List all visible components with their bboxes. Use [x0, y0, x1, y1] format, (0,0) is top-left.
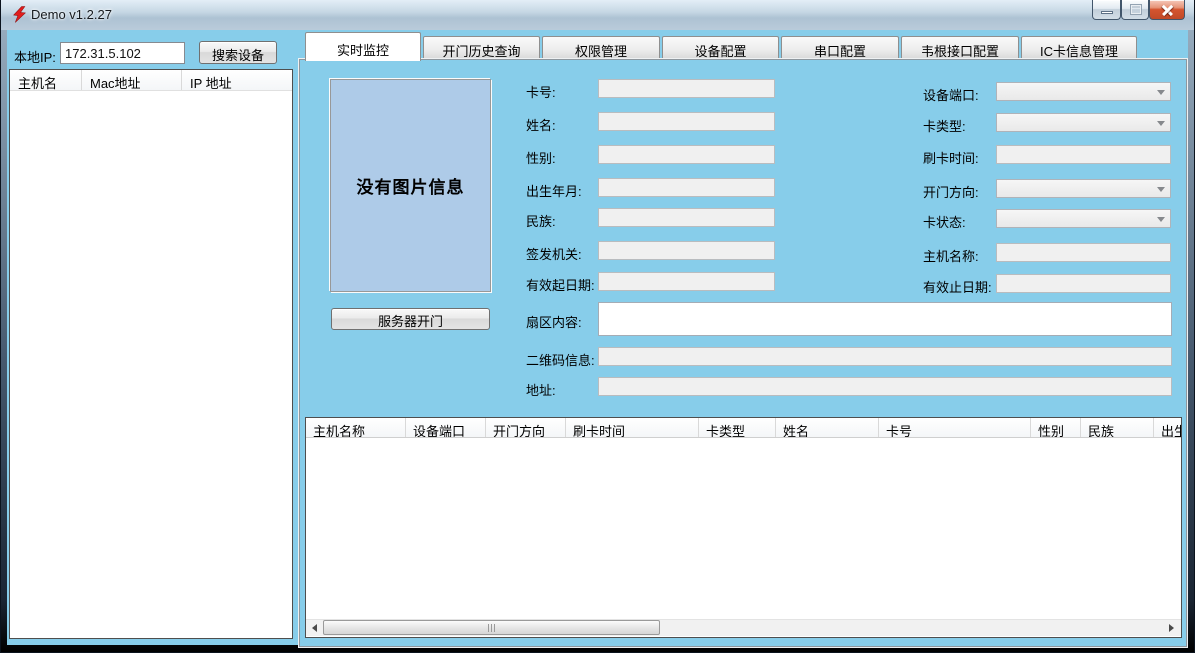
- valid-start-field[interactable]: [598, 272, 775, 291]
- chevron-down-icon: [1157, 217, 1165, 222]
- close-button[interactable]: [1149, 0, 1185, 20]
- tab-wiegand-config[interactable]: 韦根接口配置: [901, 36, 1019, 60]
- qrcode-info-label: 二维码信息:: [526, 350, 595, 369]
- device-list-col-mac[interactable]: Mac地址: [82, 70, 182, 90]
- host-name-field[interactable]: [996, 243, 1171, 262]
- event-table-body: [306, 438, 1181, 618]
- device-list: 主机名 Mac地址 IP 地址: [9, 69, 293, 639]
- card-no-label: 卡号:: [526, 82, 556, 101]
- door-direction-label: 开门方向:: [923, 182, 979, 201]
- event-col-device-port[interactable]: 设备端口: [406, 418, 486, 437]
- valid-end-label: 有效止日期:: [923, 277, 992, 296]
- event-col-host-name[interactable]: 主机名称: [306, 418, 406, 437]
- name-field[interactable]: [598, 112, 775, 131]
- swipe-time-field[interactable]: [996, 145, 1171, 164]
- minimize-button[interactable]: [1092, 0, 1121, 20]
- tab-realtime-monitor[interactable]: 实时监控: [305, 32, 421, 61]
- address-field[interactable]: [598, 377, 1172, 396]
- local-ip-input[interactable]: [60, 42, 185, 64]
- minimize-icon: [1101, 11, 1113, 14]
- tab-ic-card-info[interactable]: IC卡信息管理: [1021, 36, 1137, 60]
- event-col-gender[interactable]: 性别: [1031, 418, 1081, 437]
- app-window: Demo v1.2.27 本地IP: 搜索设备 主机名 Mac地址 IP 地址 …: [0, 0, 1195, 653]
- local-ip-label: 本地IP:: [14, 47, 56, 66]
- tab-open-door-history[interactable]: 开门历史查询: [423, 36, 540, 60]
- event-col-card-type[interactable]: 卡类型: [699, 418, 776, 437]
- device-list-body: [10, 91, 292, 638]
- gender-label: 性别:: [526, 148, 556, 167]
- tab-permission-management[interactable]: 权限管理: [542, 36, 660, 60]
- birth-date-label: 出生年月:: [526, 181, 582, 200]
- scroll-right-button[interactable]: [1164, 621, 1179, 635]
- ethnicity-label: 民族:: [526, 211, 556, 230]
- chevron-down-icon: [1157, 187, 1165, 192]
- event-col-name[interactable]: 姓名: [776, 418, 879, 437]
- birth-date-field[interactable]: [598, 178, 775, 197]
- event-table: 主机名称 设备端口 开门方向 刷卡时间 卡类型 姓名 卡号 性别 民族 出生年月: [305, 417, 1182, 638]
- event-col-card-no[interactable]: 卡号: [879, 418, 1031, 437]
- event-col-door-direction[interactable]: 开门方向: [486, 418, 566, 437]
- issuing-authority-label: 签发机关:: [526, 244, 582, 263]
- server-open-door-button[interactable]: 服务器开门: [331, 308, 490, 330]
- device-port-select[interactable]: [996, 82, 1171, 101]
- host-name-label: 主机名称:: [923, 246, 979, 265]
- device-list-header: 主机名 Mac地址 IP 地址: [10, 70, 292, 91]
- door-direction-select[interactable]: [996, 179, 1171, 198]
- name-label: 姓名:: [526, 115, 556, 134]
- card-no-field[interactable]: [598, 79, 775, 98]
- event-col-swipe-time[interactable]: 刷卡时间: [566, 418, 699, 437]
- gender-field[interactable]: [598, 145, 775, 164]
- ethnicity-field[interactable]: [598, 208, 775, 227]
- chevron-down-icon: [1157, 90, 1165, 95]
- tab-device-config[interactable]: 设备配置: [662, 36, 779, 60]
- address-label: 地址:: [526, 380, 556, 399]
- maximize-button[interactable]: [1121, 0, 1149, 20]
- window-title: Demo v1.2.27: [31, 7, 112, 22]
- arrow-right-icon: [1169, 624, 1174, 632]
- scrollbar-grip-icon: [488, 624, 496, 632]
- card-type-select[interactable]: [996, 113, 1171, 132]
- event-col-birth-date[interactable]: 出生年月: [1154, 418, 1181, 437]
- no-image-text: 没有图片信息: [357, 173, 465, 198]
- device-list-col-ip[interactable]: IP 地址: [182, 70, 292, 90]
- event-col-ethnicity[interactable]: 民族: [1081, 418, 1154, 437]
- device-list-col-hostname[interactable]: 主机名: [10, 70, 82, 90]
- card-status-select[interactable]: [996, 209, 1171, 228]
- device-port-label: 设备端口:: [923, 85, 979, 104]
- card-status-label: 卡状态:: [923, 212, 966, 231]
- photo-placeholder: 没有图片信息: [330, 79, 491, 292]
- issuing-authority-field[interactable]: [598, 241, 775, 260]
- event-table-header: 主机名称 设备端口 开门方向 刷卡时间 卡类型 姓名 卡号 性别 民族 出生年月: [306, 418, 1181, 438]
- search-device-button[interactable]: 搜索设备: [199, 41, 277, 64]
- qrcode-info-field[interactable]: [598, 347, 1172, 366]
- chevron-down-icon: [1157, 121, 1165, 126]
- sector-content-label: 扇区内容:: [526, 312, 582, 331]
- swipe-time-label: 刷卡时间:: [923, 148, 979, 167]
- maximize-icon: [1131, 5, 1141, 14]
- h-scrollbar-thumb[interactable]: [323, 620, 660, 635]
- valid-start-label: 有效起日期:: [526, 275, 595, 294]
- app-lightning-icon[interactable]: [11, 6, 28, 23]
- sector-content-field[interactable]: [598, 302, 1172, 336]
- tab-serial-config[interactable]: 串口配置: [781, 36, 899, 60]
- scroll-left-button[interactable]: [307, 621, 322, 635]
- card-type-label: 卡类型:: [923, 116, 966, 135]
- title-bar[interactable]: Demo v1.2.27: [1, 0, 1194, 30]
- valid-end-field[interactable]: [996, 274, 1171, 293]
- arrow-left-icon: [312, 624, 317, 632]
